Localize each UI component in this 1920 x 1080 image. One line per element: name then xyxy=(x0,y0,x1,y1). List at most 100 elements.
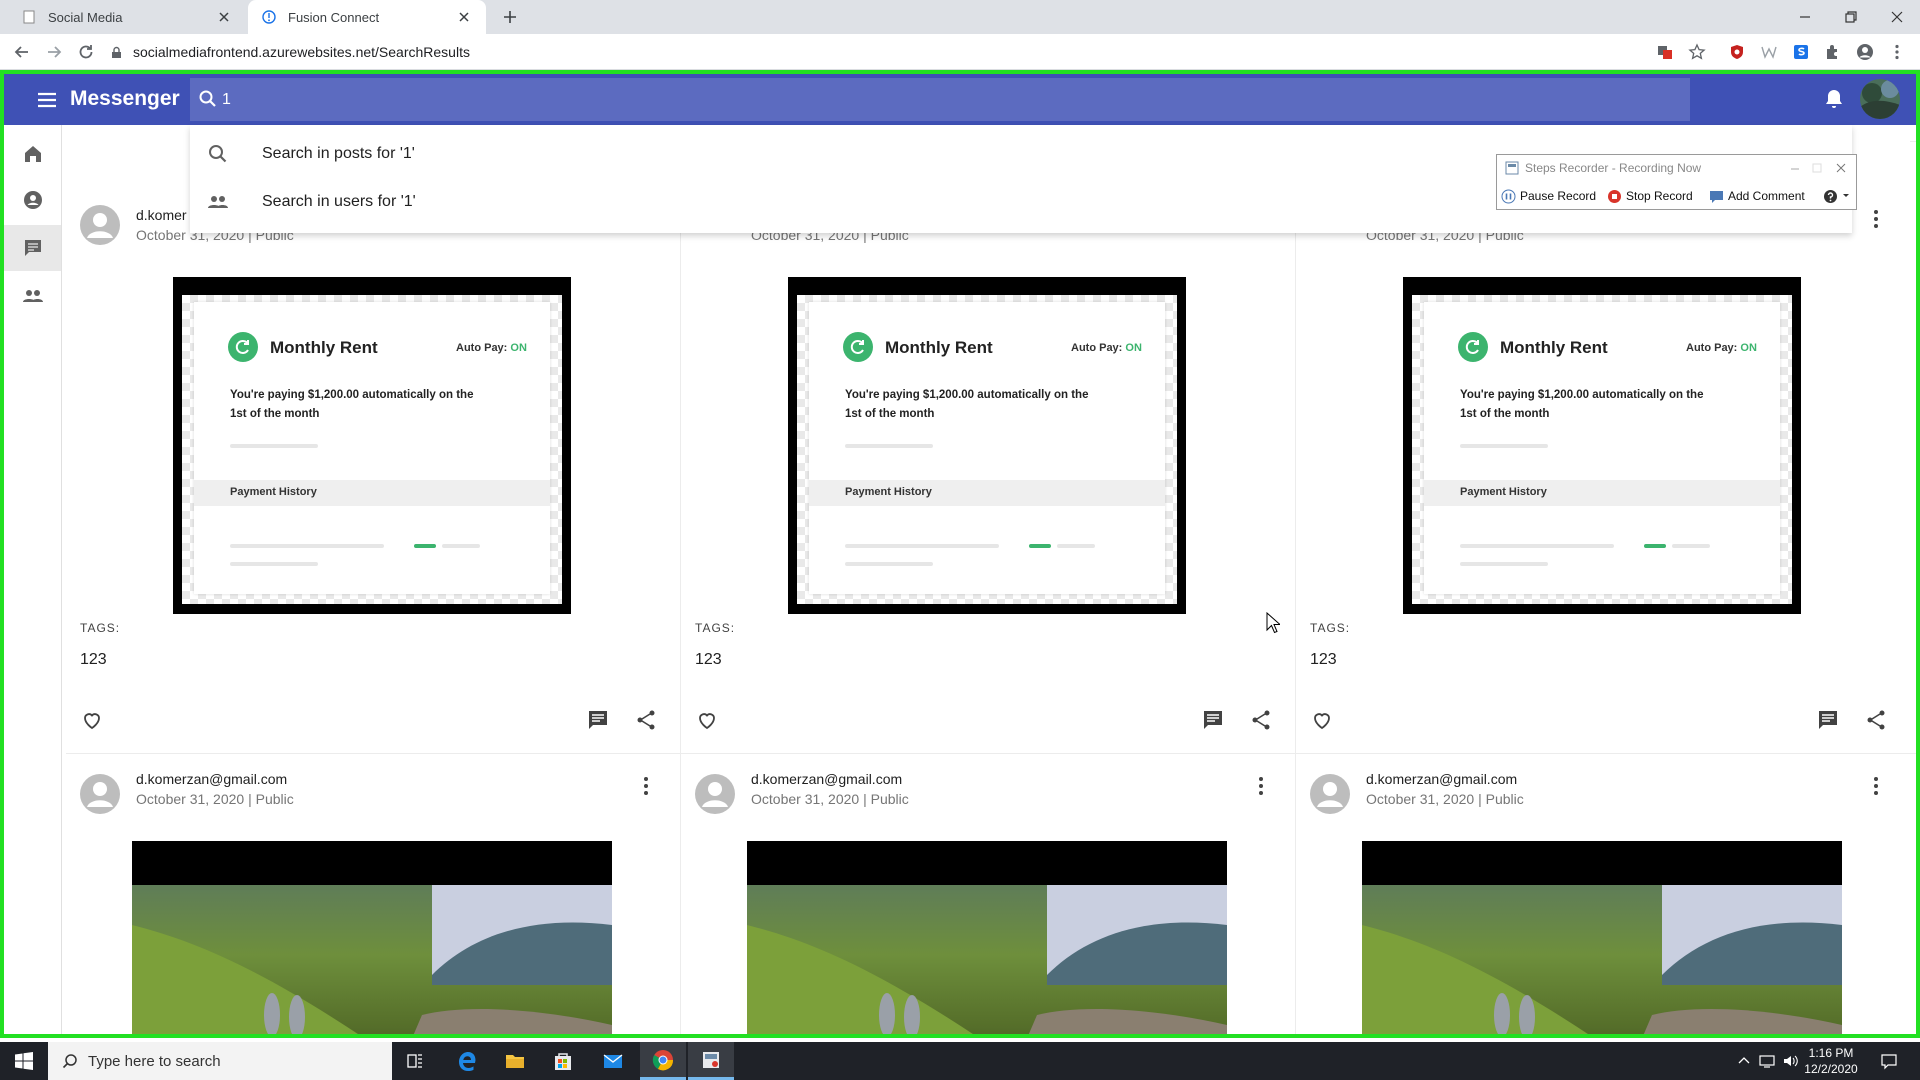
like-heart-icon[interactable] xyxy=(1310,708,1334,732)
task-view-button[interactable] xyxy=(392,1042,438,1080)
rent-description: You're paying $1,200.00 automatically on… xyxy=(1460,389,1704,420)
minimize-icon[interactable] xyxy=(1787,160,1803,176)
user-avatar[interactable] xyxy=(1860,79,1900,119)
translate-icon[interactable] xyxy=(1656,43,1674,61)
more-vert-icon[interactable] xyxy=(1864,774,1888,798)
system-clock[interactable]: 1:16 PM 12/2/2020 xyxy=(1786,1045,1876,1077)
more-vert-icon[interactable] xyxy=(634,774,658,798)
post-video[interactable] xyxy=(132,841,612,1038)
comment-icon[interactable] xyxy=(586,708,610,732)
post-video[interactable] xyxy=(747,841,1227,1038)
stop-record-button[interactable]: Stop Record xyxy=(1607,187,1693,205)
restore-icon[interactable] xyxy=(1840,6,1862,28)
taskbar-chrome[interactable] xyxy=(640,1042,686,1080)
taskbar-steps-recorder[interactable] xyxy=(688,1042,734,1080)
extension-w-icon[interactable] xyxy=(1760,43,1778,61)
taskbar-mail[interactable] xyxy=(590,1042,636,1080)
forward-icon[interactable] xyxy=(44,42,64,62)
post-author[interactable]: d.komerzan@gmail.com xyxy=(136,771,287,787)
comment-icon[interactable] xyxy=(1816,708,1840,732)
search-bar[interactable] xyxy=(190,78,1690,121)
video-frame xyxy=(132,885,612,1038)
post-image[interactable]: Monthly Rent Auto Pay: ON You're paying … xyxy=(173,277,571,614)
nav-profile[interactable] xyxy=(4,177,61,223)
post-image[interactable]: Monthly Rent Auto Pay: ON You're paying … xyxy=(788,277,1186,614)
search-input[interactable] xyxy=(222,78,1622,121)
url-text: socialmediafrontend.azurewebsites.net/Se… xyxy=(133,44,470,60)
network-icon[interactable] xyxy=(1758,1052,1776,1070)
placeholder-line xyxy=(1460,444,1548,448)
close-icon[interactable] xyxy=(1833,160,1849,176)
nav-messages[interactable] xyxy=(4,225,61,271)
post-card: d.komerzan@gmail.com October 31, 2020 | … xyxy=(1296,754,1910,1038)
tag-chip[interactable]: 123 xyxy=(695,651,722,669)
new-tab-icon[interactable] xyxy=(500,7,520,27)
edge-icon xyxy=(459,1052,476,1071)
star-icon[interactable] xyxy=(1688,43,1706,61)
post-image[interactable]: Monthly Rent Auto Pay: ON You're paying … xyxy=(1403,277,1801,614)
clock-date: 12/2/2020 xyxy=(1804,1062,1858,1076)
taskbar-store[interactable] xyxy=(540,1042,586,1080)
tag-chip[interactable]: 123 xyxy=(1310,651,1337,669)
chevron-up-icon[interactable] xyxy=(1735,1052,1753,1070)
notifications-icon[interactable] xyxy=(1880,1052,1898,1070)
shield-icon[interactable] xyxy=(1728,43,1746,61)
tab-fusion-connect[interactable]: Fusion Connect xyxy=(248,0,486,34)
placeholder-line xyxy=(230,544,384,548)
rent-title: Monthly Rent xyxy=(885,338,993,357)
close-icon[interactable] xyxy=(216,9,232,25)
tab-social-media[interactable]: Social Media xyxy=(8,0,246,34)
taskbar-edge[interactable] xyxy=(444,1042,490,1080)
kebab-menu-icon[interactable] xyxy=(1888,43,1906,61)
avatar[interactable] xyxy=(1310,774,1350,814)
nav-people[interactable] xyxy=(4,273,61,319)
reload-icon[interactable] xyxy=(76,42,96,62)
progress-indicator xyxy=(1644,544,1666,548)
share-icon[interactable] xyxy=(1249,708,1273,732)
post-author[interactable]: d.komerzan@gmail.com xyxy=(1366,771,1517,787)
minimize-icon[interactable] xyxy=(1794,6,1816,28)
nav-home[interactable] xyxy=(4,131,61,177)
home-icon xyxy=(24,146,41,162)
more-vert-icon[interactable] xyxy=(1249,774,1273,798)
like-heart-icon[interactable] xyxy=(695,708,719,732)
add-comment-button[interactable]: Add Comment xyxy=(1709,187,1805,205)
window-close-icon[interactable] xyxy=(1886,6,1908,28)
taskbar-file-explorer[interactable] xyxy=(492,1042,538,1080)
share-icon[interactable] xyxy=(1864,708,1888,732)
taskbar-search-box[interactable]: Type here to search xyxy=(48,1042,392,1080)
placeholder-line xyxy=(845,444,933,448)
avatar[interactable] xyxy=(80,774,120,814)
pause-record-button[interactable]: Pause Record xyxy=(1501,187,1596,205)
notifications-bell-icon[interactable] xyxy=(1822,87,1846,111)
tag-chip[interactable]: 123 xyxy=(80,651,107,669)
mouse-cursor-icon xyxy=(1266,612,1280,634)
comment-icon[interactable] xyxy=(1201,708,1225,732)
post-author[interactable]: d.komer xyxy=(136,207,187,223)
hamburger-menu-icon[interactable] xyxy=(34,87,60,113)
help-dropdown[interactable] xyxy=(1823,187,1854,205)
post-video[interactable] xyxy=(1362,841,1842,1038)
close-icon[interactable] xyxy=(456,9,472,25)
placeholder-line xyxy=(1460,544,1614,548)
more-vert-icon[interactable] xyxy=(1864,207,1888,231)
puzzle-icon[interactable] xyxy=(1824,43,1842,61)
rent-graphic: Monthly Rent Auto Pay: ON You're paying … xyxy=(1424,302,1780,594)
rent-graphic: Monthly Rent Auto Pay: ON You're paying … xyxy=(194,302,550,594)
maximize-icon[interactable] xyxy=(1809,160,1825,176)
post-meta: October 31, 2020 | Public xyxy=(1366,791,1524,807)
app-bar: Messenger xyxy=(4,74,1916,125)
share-icon[interactable] xyxy=(634,708,658,732)
avatar[interactable] xyxy=(80,205,120,245)
start-button[interactable] xyxy=(0,1042,48,1080)
profile-icon[interactable] xyxy=(1856,43,1874,61)
address-bar[interactable]: socialmediafrontend.azurewebsites.net/Se… xyxy=(104,38,1634,66)
autopay-status: Auto Pay: ON xyxy=(456,342,527,354)
back-icon[interactable] xyxy=(12,42,32,62)
avatar[interactable] xyxy=(695,774,735,814)
extension-s-icon[interactable] xyxy=(1792,43,1810,61)
post-author[interactable]: d.komerzan@gmail.com xyxy=(751,771,902,787)
placeholder-line xyxy=(1460,562,1548,566)
rent-description: You're paying $1,200.00 automatically on… xyxy=(230,389,474,420)
like-heart-icon[interactable] xyxy=(80,708,104,732)
